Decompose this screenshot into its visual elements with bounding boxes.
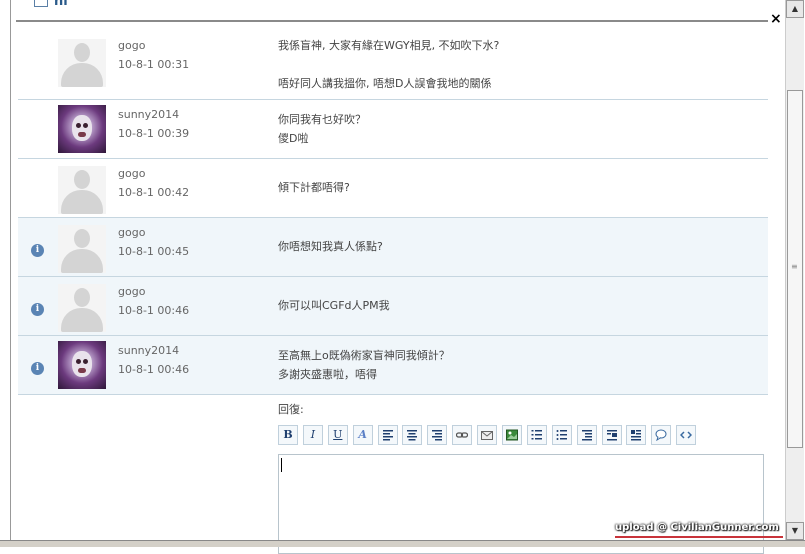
code-icon xyxy=(680,431,693,439)
default-avatar xyxy=(58,166,106,214)
message-username[interactable]: sunny2014 xyxy=(118,108,179,121)
grip-icon: ≡ xyxy=(791,262,798,271)
dialog-title: hi xyxy=(54,0,68,9)
message-time: 10-8-1 00:46 xyxy=(118,363,190,376)
message-content: 至高無上o既偽術家盲神同我傾計？ 多謝夾盛惠啦，唔得 xyxy=(278,349,450,381)
message-username[interactable]: gogo xyxy=(118,39,145,52)
scroll-up-arrow-icon[interactable]: ▲ xyxy=(786,0,804,18)
insert-image-button[interactable] xyxy=(502,425,523,445)
bold-button[interactable]: B xyxy=(278,425,298,445)
default-avatar xyxy=(58,39,106,87)
default-avatar xyxy=(58,284,106,332)
insert-email-button[interactable] xyxy=(477,425,498,445)
float-right-button[interactable] xyxy=(626,425,647,445)
align-right-button[interactable] xyxy=(427,425,448,445)
quote-button[interactable] xyxy=(651,425,672,445)
message-content: 傾下計都唔得? xyxy=(278,181,350,194)
watermark: upload @ CivilianGunner.com xyxy=(615,522,779,533)
message-time: 10-8-1 00:46 xyxy=(118,304,190,317)
ordered-list-button[interactable] xyxy=(526,425,547,445)
indent-icon xyxy=(581,430,592,441)
user-avatar[interactable] xyxy=(58,105,106,153)
message-username[interactable]: gogo xyxy=(118,285,145,298)
message-row: i gogo 10-8-1 00:46 你可以叫CGFd人PM我 xyxy=(18,277,768,336)
default-avatar xyxy=(58,225,106,273)
envelope-icon xyxy=(34,0,48,7)
dialog-header: hi xyxy=(16,0,768,22)
unordered-list-button[interactable] xyxy=(551,425,572,445)
vertical-scrollbar[interactable]: ▲ ≡ ▼ xyxy=(785,0,804,540)
close-button[interactable]: × xyxy=(770,11,782,27)
message-list: gogo 10-8-1 00:31 我係盲神, 大家有緣在WGY相見, 不如吹下… xyxy=(18,21,768,395)
source-code-button[interactable] xyxy=(676,425,697,445)
indent-button[interactable] xyxy=(576,425,597,445)
image-icon xyxy=(506,429,519,441)
message-time: 10-8-1 00:39 xyxy=(118,127,190,140)
info-icon: i xyxy=(31,303,44,316)
message-username[interactable]: sunny2014 xyxy=(118,344,179,357)
message-username[interactable]: gogo xyxy=(118,167,145,180)
message-row: gogo 10-8-1 00:42 傾下計都唔得? xyxy=(18,159,768,218)
reply-section: 回復: B I U A xyxy=(278,401,764,554)
reply-textarea[interactable] xyxy=(278,454,764,554)
email-icon xyxy=(481,431,494,440)
quote-icon xyxy=(655,429,667,441)
insert-link-button[interactable] xyxy=(452,425,473,445)
watermark-underline xyxy=(615,536,783,538)
message-time: 10-8-1 00:45 xyxy=(118,245,190,258)
editor-toolbar: B I U A xyxy=(278,425,701,445)
message-content: 你唔想知我真人係點? xyxy=(278,240,383,253)
align-center-button[interactable] xyxy=(402,425,423,445)
message-username[interactable]: gogo xyxy=(118,226,145,239)
float-left-icon xyxy=(606,430,617,441)
unordered-list-icon xyxy=(556,430,567,440)
message-time: 10-8-1 00:31 xyxy=(118,58,190,71)
message-content: 你同我有乜好吹？ 儍D啦 xyxy=(278,113,366,145)
link-icon xyxy=(456,432,469,438)
float-right-icon xyxy=(631,430,642,441)
align-right-icon xyxy=(432,430,443,441)
message-content: 我係盲神, 大家有緣在WGY相見, 不如吹下水? 唔好同人講我搵你, 唔想D人誤… xyxy=(278,39,500,90)
ordered-list-icon xyxy=(531,430,542,440)
message-content: 你可以叫CGFd人PM我 xyxy=(278,299,390,312)
message-row: i sunny2014 10-8-1 00:46 至高無上o既偽術家盲神同我傾計… xyxy=(18,336,768,395)
window-left-border xyxy=(10,0,11,540)
underline-button[interactable]: U xyxy=(327,425,348,445)
reply-label: 回復: xyxy=(278,403,304,416)
align-center-icon xyxy=(407,430,418,441)
italic-button[interactable]: I xyxy=(302,425,323,445)
info-icon: i xyxy=(31,244,44,257)
float-left-button[interactable] xyxy=(601,425,622,445)
font-color-button[interactable]: A xyxy=(352,425,373,445)
align-left-button[interactable] xyxy=(377,425,398,445)
message-row: gogo 10-8-1 00:31 我係盲神, 大家有緣在WGY相見, 不如吹下… xyxy=(18,21,768,100)
align-left-icon xyxy=(382,430,393,441)
scroll-down-arrow-icon[interactable]: ▼ xyxy=(786,522,804,540)
text-caret xyxy=(281,458,282,472)
message-row: i gogo 10-8-1 00:45 你唔想知我真人係點? xyxy=(18,218,768,277)
scroll-thumb[interactable]: ≡ xyxy=(787,90,803,448)
message-row: sunny2014 10-8-1 00:39 你同我有乜好吹？ 儍D啦 xyxy=(18,100,768,159)
info-icon: i xyxy=(31,362,44,375)
message-time: 10-8-1 00:42 xyxy=(118,186,190,199)
user-avatar[interactable] xyxy=(58,341,106,389)
